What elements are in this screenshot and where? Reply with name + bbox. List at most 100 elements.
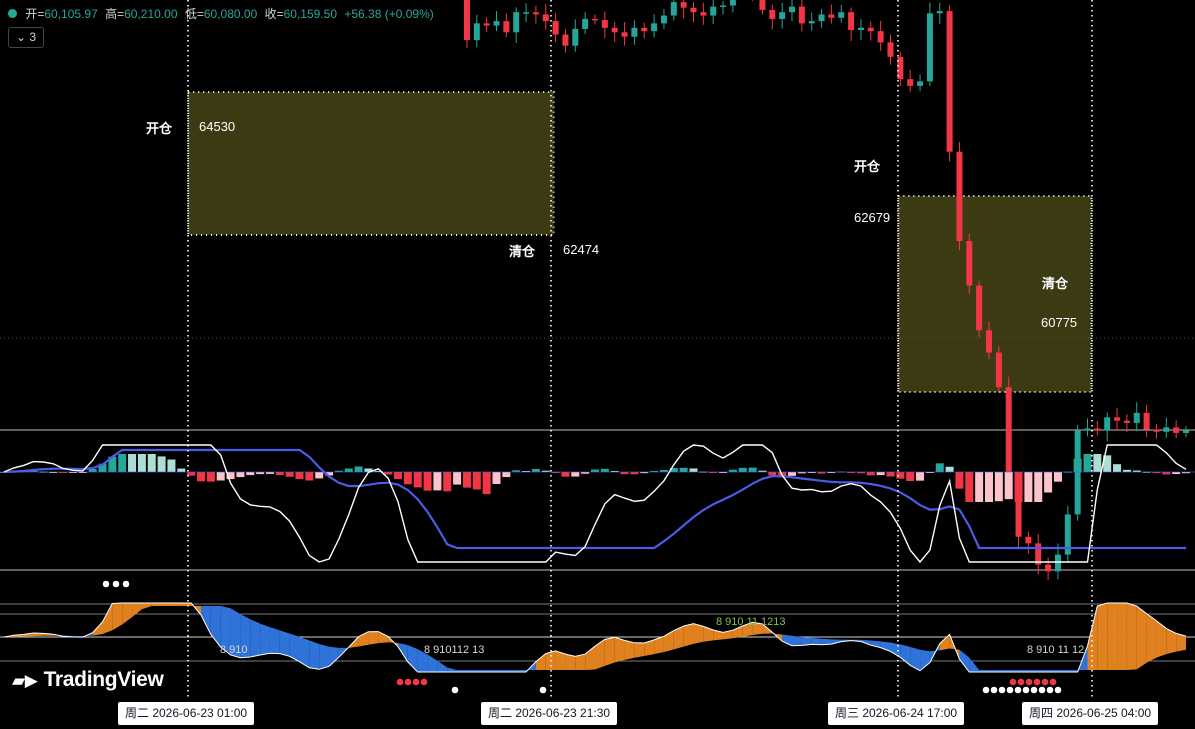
time-axis-label-4: 周四 2026-06-25 04:00 xyxy=(1022,702,1159,725)
indicators-collapse-button[interactable]: ⌄ 3 xyxy=(8,27,45,48)
macd-histogram-bar xyxy=(1083,454,1092,472)
chevron-down-icon: ⌄ xyxy=(16,30,27,44)
open-value: 60,105.97 xyxy=(44,7,98,21)
macd-histogram-bar xyxy=(147,454,156,472)
osc-bull-area xyxy=(1146,613,1157,663)
macd-histogram-bar xyxy=(994,472,1003,502)
macd-histogram-bar xyxy=(561,472,570,477)
macd-histogram-bar xyxy=(344,468,353,472)
macd-histogram-bar xyxy=(502,472,511,478)
candle xyxy=(582,18,589,29)
candle xyxy=(1074,430,1081,515)
candle xyxy=(690,7,697,13)
macd-histogram-bar xyxy=(137,454,146,472)
osc-bull-area xyxy=(683,623,694,647)
candle xyxy=(828,14,835,18)
macd-histogram-bar xyxy=(206,472,215,482)
candle xyxy=(670,2,677,16)
signal-dot xyxy=(1014,686,1022,694)
trade-marker-label: 62679 xyxy=(854,210,890,225)
macd-histogram-bar xyxy=(157,456,166,472)
signal-dot xyxy=(1017,678,1025,686)
candle xyxy=(986,330,992,353)
macd-histogram-bar xyxy=(1024,472,1033,502)
candle xyxy=(808,21,815,24)
candle xyxy=(956,151,963,241)
indicators-count: 3 xyxy=(29,30,37,44)
candle xyxy=(523,12,530,14)
candle xyxy=(503,21,510,33)
signal-dot xyxy=(404,678,412,686)
candle xyxy=(1114,417,1121,421)
candle xyxy=(995,352,1002,388)
candle xyxy=(473,23,480,41)
candle xyxy=(1054,554,1061,572)
signal-dot xyxy=(1030,686,1038,694)
candle xyxy=(1094,428,1101,431)
candle xyxy=(700,12,707,16)
osc-annotation-4: 8 910 11 12 xyxy=(1027,644,1084,656)
osc-bull-area xyxy=(604,637,615,666)
candle xyxy=(1133,412,1140,423)
osc-annotation-3: 8 910 11 1213 xyxy=(716,616,786,628)
candle xyxy=(1173,427,1180,433)
signal-dot xyxy=(998,686,1006,694)
macd-histogram-bar xyxy=(315,472,324,479)
candle xyxy=(641,27,648,32)
candle xyxy=(857,27,864,31)
tradingview-logo-icon: ▰▶ xyxy=(12,671,38,690)
symbol-status-icon xyxy=(8,9,17,19)
osc-annotation-1: 8 910 xyxy=(220,644,248,656)
candle xyxy=(1163,427,1170,432)
macd-histogram-bar xyxy=(1034,472,1043,502)
macd-histogram-bar xyxy=(443,472,452,492)
osc-bull-area xyxy=(693,623,704,644)
candle xyxy=(483,23,490,26)
time-axis-label-3: 周三 2026-06-24 17:00 xyxy=(828,702,965,725)
signal-dot xyxy=(1046,686,1054,694)
close-label: 收= xyxy=(264,7,284,21)
signal-dot xyxy=(982,686,990,694)
candle xyxy=(680,2,687,8)
trade-marker-label: 64530 xyxy=(199,119,235,134)
signal-dot xyxy=(122,580,130,588)
osc-bull-area xyxy=(1126,603,1137,670)
macd-histogram-bar xyxy=(768,472,777,476)
trade-marker-label: 开仓 xyxy=(854,159,881,174)
macd-histogram-bar xyxy=(462,472,471,488)
macd-histogram-bar xyxy=(285,472,294,477)
tradingview-logo-text: TradingView xyxy=(43,668,164,691)
signal-dot xyxy=(1022,686,1030,694)
osc-bear-area xyxy=(279,630,290,657)
candle xyxy=(1183,430,1189,433)
candle xyxy=(887,42,894,57)
macd-histogram-bar xyxy=(354,466,363,472)
macd-histogram-bar xyxy=(689,468,698,472)
tradingview-logo: ▰▶ TradingView xyxy=(12,668,164,692)
candle xyxy=(463,0,470,41)
low-value: 60,080.00 xyxy=(203,7,258,21)
osc-bull-area xyxy=(368,631,379,645)
signal-dot xyxy=(1009,678,1017,686)
candle xyxy=(1104,417,1111,431)
osc-bull-area xyxy=(634,642,645,658)
macd-histogram-bar xyxy=(236,472,245,478)
chart-canvas[interactable]: 8 910 8 910112 13 8 910 11 1213 8 910 11 12… xyxy=(0,0,1195,729)
macd-histogram-bar xyxy=(748,467,757,472)
macd-histogram-bar xyxy=(738,467,747,472)
macd-histogram-bar xyxy=(788,472,796,476)
candle xyxy=(769,9,776,19)
candle xyxy=(1025,536,1032,544)
candle xyxy=(818,14,825,22)
signal-dot xyxy=(1006,686,1014,694)
signal-dot xyxy=(420,678,428,686)
signal-dot xyxy=(1033,678,1041,686)
macd-histogram-bar xyxy=(128,454,137,472)
osc-bull-area xyxy=(1117,603,1127,670)
signal-dot xyxy=(112,580,120,588)
candle xyxy=(710,6,717,16)
macd-histogram-bar xyxy=(167,459,176,472)
candle xyxy=(660,15,667,24)
macd-histogram-bar xyxy=(216,472,225,481)
macd-histogram-bar xyxy=(413,472,422,488)
